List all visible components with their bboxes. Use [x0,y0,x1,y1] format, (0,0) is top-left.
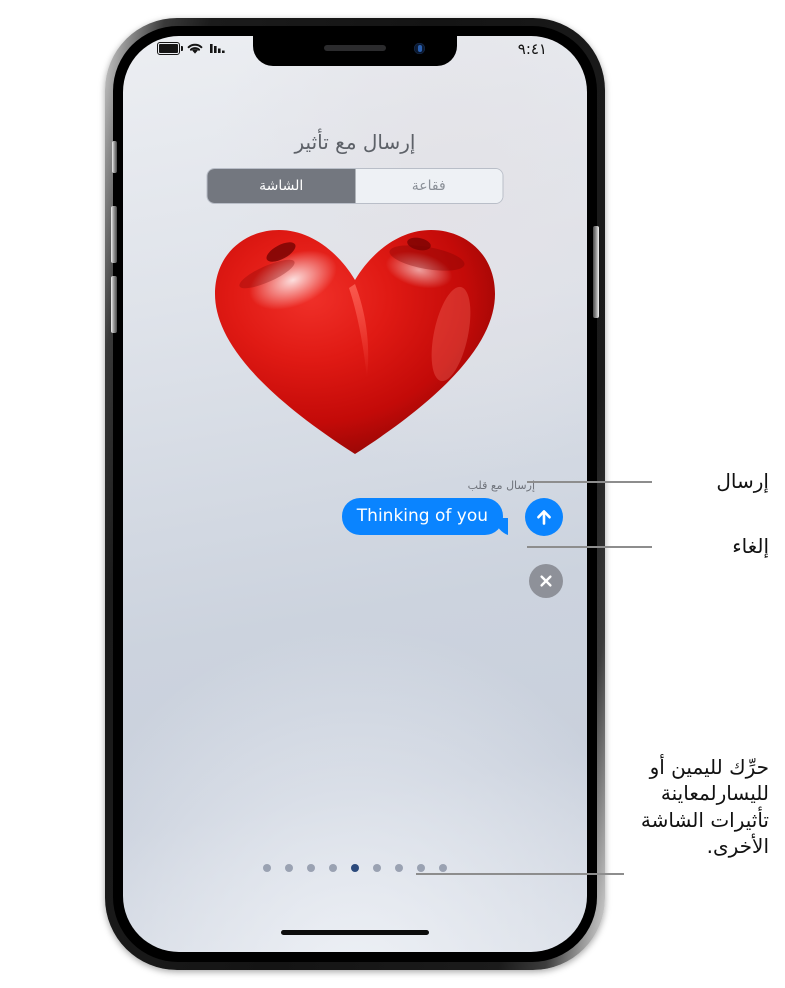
page-title: إرسال مع تأثير [294,130,416,154]
callout-send: إرسال [716,469,769,493]
battery-icon [157,42,183,55]
callout-line: تأثيرات الشاشة [640,807,769,832]
earpiece-speaker-icon [324,45,386,51]
callout-cancel: إلغاء [732,534,769,558]
heart-balloon-icon [215,230,495,454]
status-bar-indicators [157,42,228,55]
wifi-icon [187,43,203,54]
iphone-device-frame: ٩:٤١ إرسال مع تأثير الشاشة فقاعة إرسال م… [105,18,605,970]
page-dot[interactable] [395,864,403,872]
message-bubble[interactable]: Thinking of you [341,498,503,535]
effect-caption: إرسال مع قلب [467,479,535,492]
page-dot[interactable] [439,864,447,872]
tab-bubble[interactable]: فقاعة [355,169,503,203]
arrow-up-icon [537,510,551,525]
page-dot-active[interactable] [351,864,359,872]
status-bar-clock: ٩:٤١ [517,40,547,58]
page-dot[interactable] [307,864,315,872]
volume-down-button[interactable] [111,276,117,333]
page-dots[interactable] [263,864,447,872]
screen-effect-preview [205,218,505,468]
cancel-button[interactable] [529,564,563,598]
cellular-signal-icon [210,44,225,53]
side-power-button[interactable] [593,226,599,318]
notch [253,36,457,66]
callout-swipe-instructions: حرِّك لليمين أو لليسارلمعاينة تأثيرات ال… [604,754,769,860]
callout-line: الأخرى. [706,834,769,859]
page-dot[interactable] [285,864,293,872]
page-dot[interactable] [263,864,271,872]
close-x-icon [540,575,552,587]
leader-line-cancel [527,546,652,548]
volume-up-button[interactable] [111,206,117,263]
callout-line: لليسارلمعاينة [660,781,769,806]
effect-type-segmented-control[interactable]: الشاشة فقاعة [206,168,504,204]
device-screen: ٩:٤١ إرسال مع تأثير الشاشة فقاعة إرسال م… [123,36,587,952]
leader-line-page-dots [416,873,624,875]
device-bezel: ٩:٤١ إرسال مع تأثير الشاشة فقاعة إرسال م… [111,26,599,962]
tab-screen[interactable]: الشاشة [207,169,355,203]
send-button[interactable] [525,498,563,536]
page-dot[interactable] [329,864,337,872]
page-dot[interactable] [373,864,381,872]
home-indicator[interactable] [281,930,429,935]
silence-switch[interactable] [112,141,117,173]
page-dot[interactable] [417,864,425,872]
front-camera-icon [414,43,425,54]
callout-line: حرِّك لليمين أو [649,755,769,779]
leader-line-send [527,481,652,483]
